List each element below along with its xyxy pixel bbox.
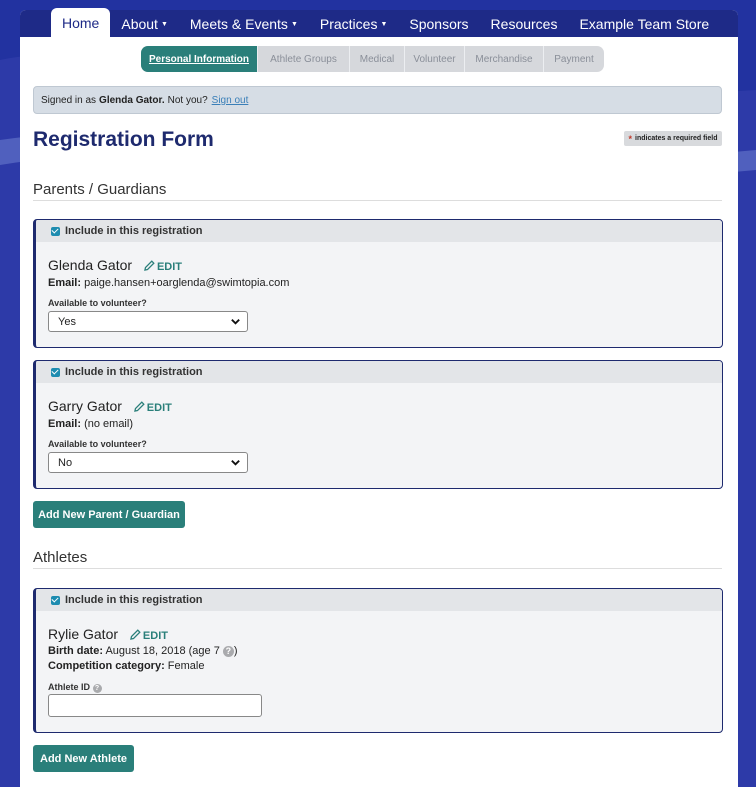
pencil-icon	[133, 401, 145, 412]
volunteer-select[interactable]: Yes	[48, 311, 248, 332]
registration-steps: Personal Information Athlete Groups Medi…	[141, 46, 604, 72]
include-label: Include in this registration	[65, 225, 203, 237]
help-icon[interactable]: ?	[92, 684, 102, 693]
signed-in-question: Not you?	[167, 94, 208, 106]
main-nav: Home About ▼ Meets & Events ▼ Practices ▼ S…	[20, 8, 738, 37]
parent-name: Glenda Gator	[48, 257, 133, 273]
signed-in-prefix: Signed in as	[41, 94, 97, 106]
athletes-heading: Athletes	[33, 549, 722, 569]
athlete-id-input[interactable]	[48, 694, 262, 717]
edit-button[interactable]: EDIT	[144, 260, 182, 273]
athlete-card: Include in this registration Rylie Gator…	[33, 588, 723, 733]
nav-team-store[interactable]: Example Team Store	[568, 10, 720, 37]
parents-heading: Parents / Guardians	[33, 181, 722, 201]
parent-email: Email: paige.hansen+oarglenda@swimtopia.…	[48, 277, 290, 289]
step-merchandise[interactable]: Merchandise	[465, 46, 544, 72]
sign-out-link[interactable]: Sign out	[212, 95, 249, 106]
athlete-birth-date: Birth date: August 18, 2018 (age 7 ?)	[48, 645, 238, 657]
step-volunteer[interactable]: Volunteer	[405, 46, 465, 72]
required-note-text: indicates a required field	[635, 135, 718, 142]
caret-down-icon: ▼	[160, 20, 168, 28]
include-checkbox[interactable]	[51, 367, 60, 377]
add-athlete-button[interactable]: Add New Athlete	[33, 745, 134, 772]
nav-meets-events[interactable]: Meets & Events ▼	[179, 10, 309, 37]
volunteer-select[interactable]: No	[48, 452, 248, 473]
edit-button[interactable]: EDIT	[130, 629, 168, 642]
caret-down-icon: ▼	[380, 20, 388, 28]
page-container: Home About ▼ Meets & Events ▼ Practices ▼ S…	[20, 8, 738, 787]
include-label: Include in this registration	[65, 594, 203, 606]
step-payment[interactable]: Payment	[544, 46, 604, 72]
parent-name: Garry Gator	[48, 398, 122, 414]
page-title: Registration Form	[33, 128, 214, 151]
chevron-down-icon	[231, 319, 240, 325]
step-personal-information[interactable]: Personal Information	[141, 46, 258, 72]
caret-down-icon: ▼	[290, 20, 298, 28]
parent-name-row: Garry Gator EDIT	[48, 398, 172, 414]
volunteer-label: Available to volunteer?	[48, 298, 147, 308]
athlete-name: Rylie Gator	[48, 626, 119, 642]
chevron-down-icon	[231, 460, 240, 466]
include-checkbox[interactable]	[51, 226, 60, 236]
athlete-competition-category: Competition category: Female	[48, 660, 205, 672]
parent-card: Include in this registration Glenda Gato…	[33, 219, 723, 348]
required-star: *	[628, 133, 633, 144]
pencil-icon	[130, 629, 141, 640]
nav-resources[interactable]: Resources	[480, 10, 569, 37]
parent-name-row: Glenda Gator EDIT	[48, 257, 182, 273]
nav-home[interactable]: Home	[51, 8, 111, 37]
nav-practices[interactable]: Practices ▼	[309, 10, 399, 37]
required-field-note: * indicates a required field	[624, 131, 722, 146]
nav-sponsors[interactable]: Sponsors	[398, 10, 479, 37]
include-row: Include in this registration	[36, 220, 722, 242]
include-row: Include in this registration	[36, 361, 722, 383]
pencil-icon	[144, 260, 155, 271]
step-athlete-groups[interactable]: Athlete Groups	[258, 46, 350, 72]
signed-in-user: Glenda Gator.	[99, 94, 165, 106]
athlete-id-label: Athlete ID ?	[48, 682, 102, 693]
include-checkbox[interactable]	[51, 595, 60, 605]
add-parent-button[interactable]: Add New Parent / Guardian	[33, 501, 185, 528]
parent-email: Email: (no email)	[48, 418, 133, 430]
help-icon[interactable]: ?	[222, 646, 234, 657]
step-medical[interactable]: Medical	[350, 46, 405, 72]
volunteer-label: Available to volunteer?	[48, 439, 147, 449]
athlete-name-row: Rylie Gator EDIT	[48, 626, 168, 642]
edit-button[interactable]: EDIT	[133, 401, 172, 414]
parent-card: Include in this registration Garry Gator…	[33, 360, 723, 489]
include-label: Include in this registration	[65, 366, 203, 378]
nav-about[interactable]: About ▼	[110, 10, 179, 37]
include-row: Include in this registration	[36, 589, 722, 611]
signed-in-bar: Signed in as Glenda Gator. Not you? Sign…	[33, 86, 722, 114]
